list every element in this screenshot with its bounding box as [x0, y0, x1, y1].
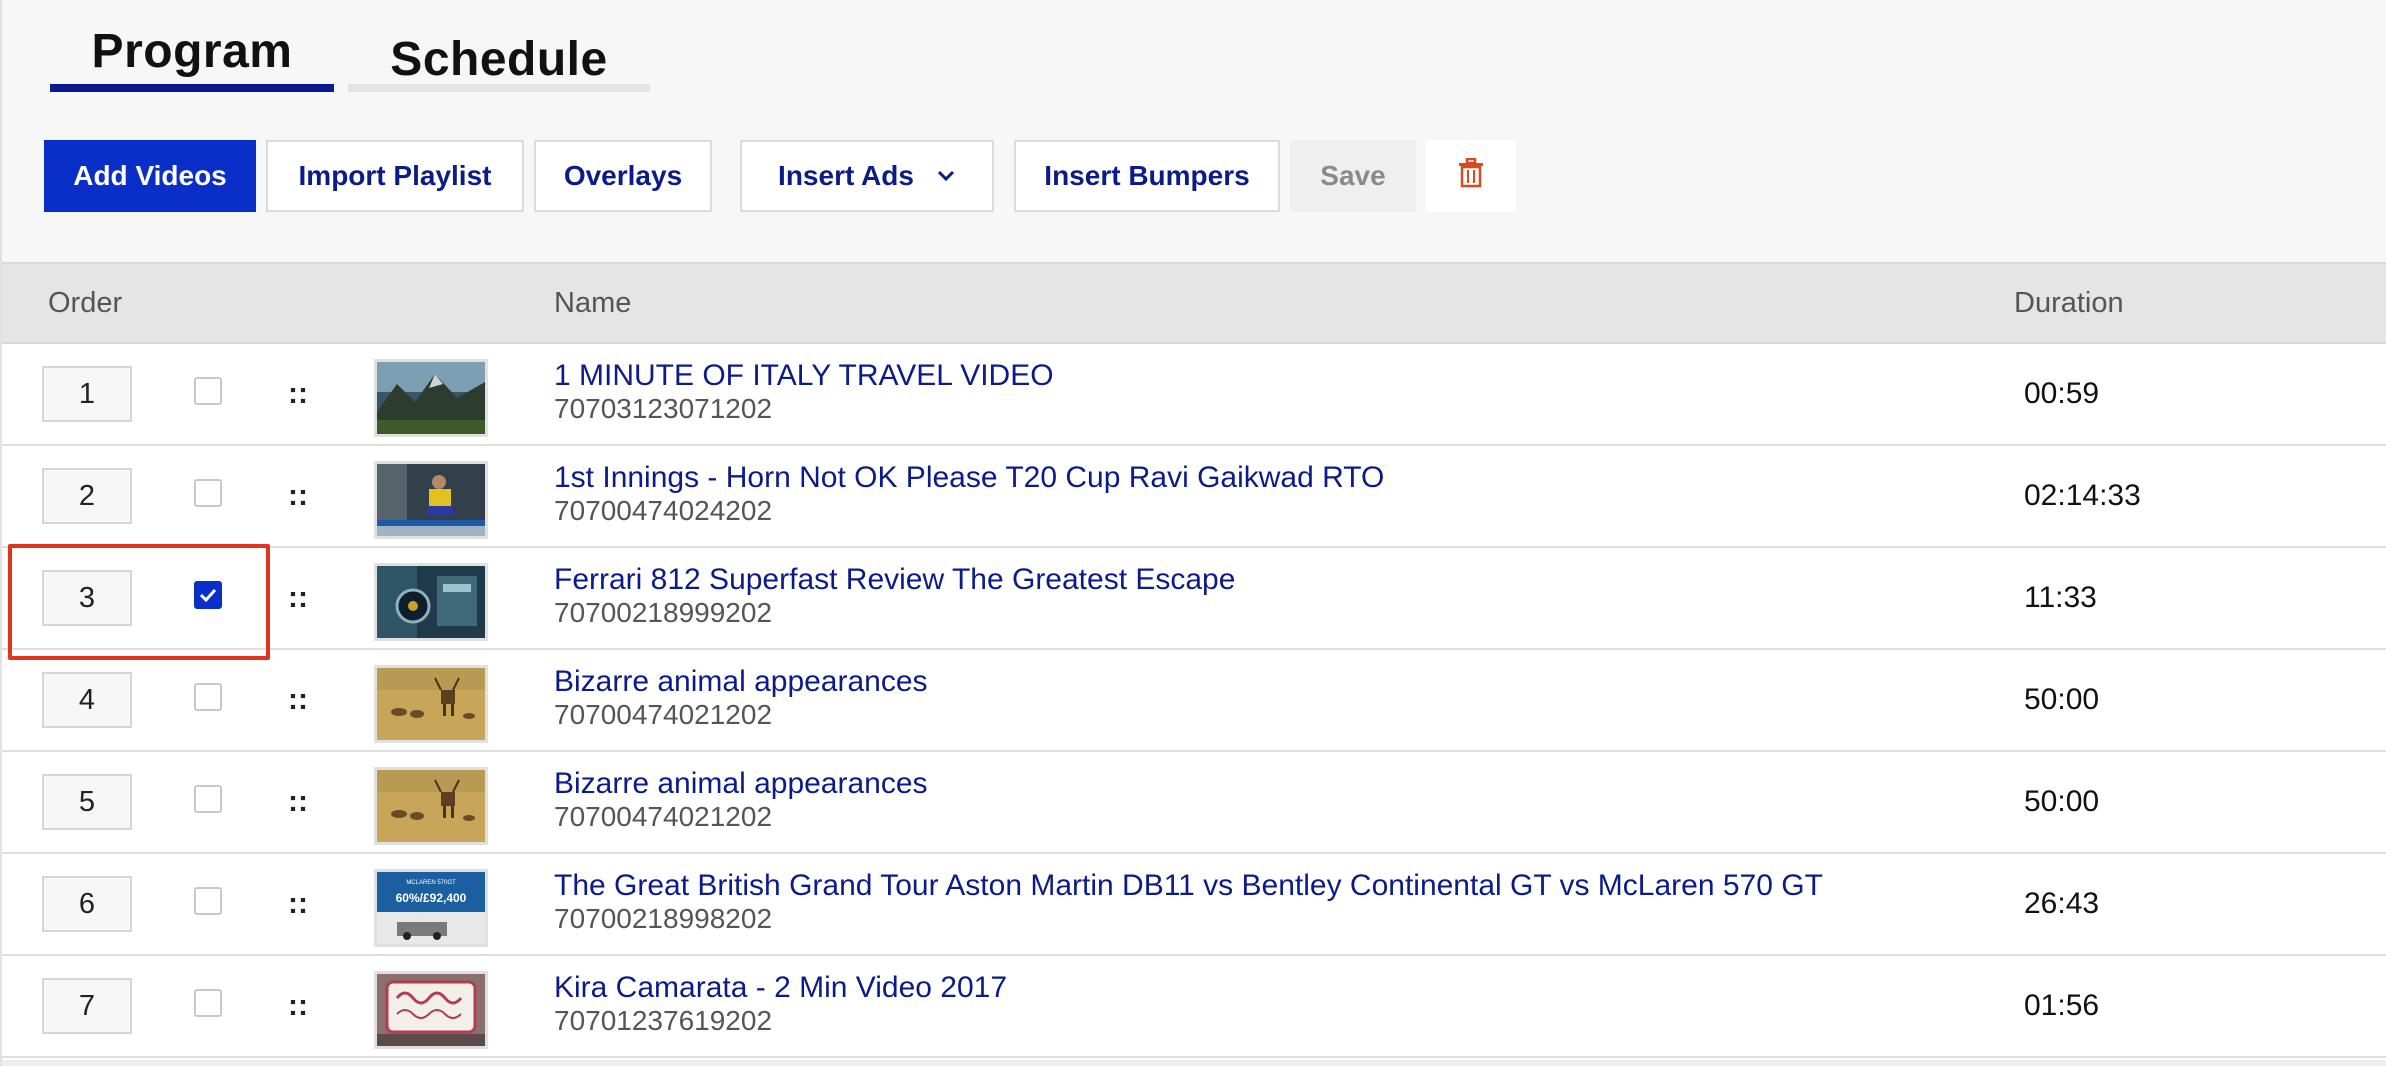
trash-icon: [1458, 157, 1484, 195]
video-thumbnail[interactable]: [374, 359, 488, 437]
import-playlist-button[interactable]: Import Playlist: [266, 140, 524, 212]
drag-handle[interactable]: ::: [288, 578, 308, 618]
video-id: 70700474024202: [554, 495, 773, 526]
delete-button[interactable]: [1426, 140, 1516, 212]
video-id: 70701237619202: [554, 1005, 773, 1036]
video-id: 70700218998202: [554, 903, 773, 934]
video-duration: 02:14:33: [2024, 479, 2141, 512]
video-duration: 50:00: [2024, 683, 2100, 716]
order-input[interactable]: 7: [42, 978, 132, 1034]
video-duration: 50:00: [2024, 785, 2100, 818]
table-bottom-edge: [2, 1060, 2386, 1066]
import-playlist-label: Import Playlist: [298, 160, 492, 191]
video-title-link[interactable]: Ferrari 812 Superfast Review The Greates…: [554, 562, 1235, 598]
tab-schedule-underline: [348, 84, 650, 92]
video-id: 70700218999202: [554, 597, 773, 628]
add-videos-label: Add Videos: [73, 160, 227, 191]
video-duration: 11:33: [2024, 581, 2097, 614]
drag-handle[interactable]: ::: [288, 374, 308, 414]
insert-ads-label: Insert Ads: [778, 160, 914, 191]
video-title-link[interactable]: Kira Camarata - 2 Min Video 2017: [554, 970, 1007, 1006]
order-input[interactable]: 4: [42, 672, 132, 728]
tab-schedule-label: Schedule: [390, 33, 608, 86]
order-input[interactable]: 3: [42, 570, 132, 626]
insert-bumpers-button[interactable]: Insert Bumpers: [1014, 140, 1280, 212]
insert-bumpers-label: Insert Bumpers: [1044, 160, 1250, 191]
save-button[interactable]: Save: [1290, 140, 1416, 212]
add-videos-button[interactable]: Add Videos: [44, 140, 256, 212]
video-duration: 26:43: [2024, 887, 2100, 920]
video-duration: 00:59: [2024, 377, 2100, 410]
row-checkbox[interactable]: [194, 785, 222, 813]
video-thumbnail[interactable]: [374, 665, 488, 743]
table-row[interactable]: 7 :: Kira Camarata - 2 Min Video 2017 70…: [2, 956, 2386, 1058]
tab-schedule[interactable]: Schedule: [348, 30, 650, 92]
video-thumbnail[interactable]: [374, 971, 488, 1049]
row-checkbox[interactable]: [194, 989, 222, 1017]
table-row[interactable]: 5 :: Bizarre animal appearances 70700474…: [2, 752, 2386, 854]
video-thumbnail[interactable]: [374, 563, 488, 641]
table-row[interactable]: 3 :: Ferrari 812 Superfast Review The Gr…: [2, 548, 2386, 650]
video-id: 70700474021202: [554, 801, 773, 832]
drag-handle[interactable]: ::: [288, 782, 308, 822]
table-row[interactable]: 1 :: 1 MINUTE OF ITALY TRAVEL VIDEO 7070…: [2, 344, 2386, 446]
drag-handle[interactable]: ::: [288, 986, 308, 1026]
row-checkbox[interactable]: [194, 377, 222, 405]
tab-program-label: Program: [91, 25, 293, 78]
table-header: Order Name Duration: [2, 262, 2386, 344]
video-duration: 01:56: [2024, 989, 2100, 1022]
row-checkbox[interactable]: [194, 479, 222, 507]
tab-program[interactable]: Program: [50, 22, 334, 92]
row-checkbox[interactable]: [194, 683, 222, 711]
table-row[interactable]: 2 :: 1st Innings - Horn Not OK Please T2…: [2, 446, 2386, 548]
order-column-header[interactable]: Order: [48, 264, 122, 342]
duration-column-header[interactable]: Duration: [2014, 264, 2124, 342]
video-title-link[interactable]: 1st Innings - Horn Not OK Please T20 Cup…: [554, 460, 1384, 496]
row-checkbox[interactable]: [194, 887, 222, 915]
video-id: 70703123071202: [554, 393, 773, 424]
program-page: Program Schedule Add Videos Import Playl…: [0, 0, 2386, 1066]
video-title-link[interactable]: The Great British Grand Tour Aston Marti…: [554, 868, 1823, 904]
tab-program-underline: [50, 84, 334, 92]
row-checkbox[interactable]: [194, 581, 222, 609]
insert-ads-dropdown[interactable]: Insert Ads: [740, 140, 994, 212]
order-input[interactable]: 5: [42, 774, 132, 830]
video-id: 70700474021202: [554, 699, 773, 730]
video-thumbnail[interactable]: [374, 767, 488, 845]
drag-handle[interactable]: ::: [288, 476, 308, 516]
video-thumbnail[interactable]: MCLAREN 570GT 60%/£92,400: [374, 869, 488, 947]
table-row[interactable]: 6 :: MCLAREN 570GT 60%/£92,400 The Great…: [2, 854, 2386, 956]
overlays-label: Overlays: [563, 160, 683, 191]
thumbnail-caption-top: MCLAREN 570GT: [406, 880, 456, 886]
video-title-link[interactable]: Bizarre animal appearances: [554, 664, 928, 700]
order-input[interactable]: 6: [42, 876, 132, 932]
thumbnail-caption: 60%/£92,400: [396, 891, 467, 905]
drag-handle[interactable]: ::: [288, 680, 308, 720]
drag-handle[interactable]: ::: [288, 884, 308, 924]
order-input[interactable]: 1: [42, 366, 132, 422]
name-column-header[interactable]: Name: [554, 264, 631, 342]
overlays-button[interactable]: Overlays: [534, 140, 712, 212]
order-input[interactable]: 2: [42, 468, 132, 524]
table-row[interactable]: 4 :: Bizarre animal appearances 70700474…: [2, 650, 2386, 752]
video-title-link[interactable]: Bizarre animal appearances: [554, 766, 928, 802]
video-title-link[interactable]: 1 MINUTE OF ITALY TRAVEL VIDEO: [554, 358, 1054, 394]
save-label: Save: [1320, 160, 1386, 191]
chevron-down-icon: [936, 169, 956, 183]
video-thumbnail[interactable]: [374, 461, 488, 539]
